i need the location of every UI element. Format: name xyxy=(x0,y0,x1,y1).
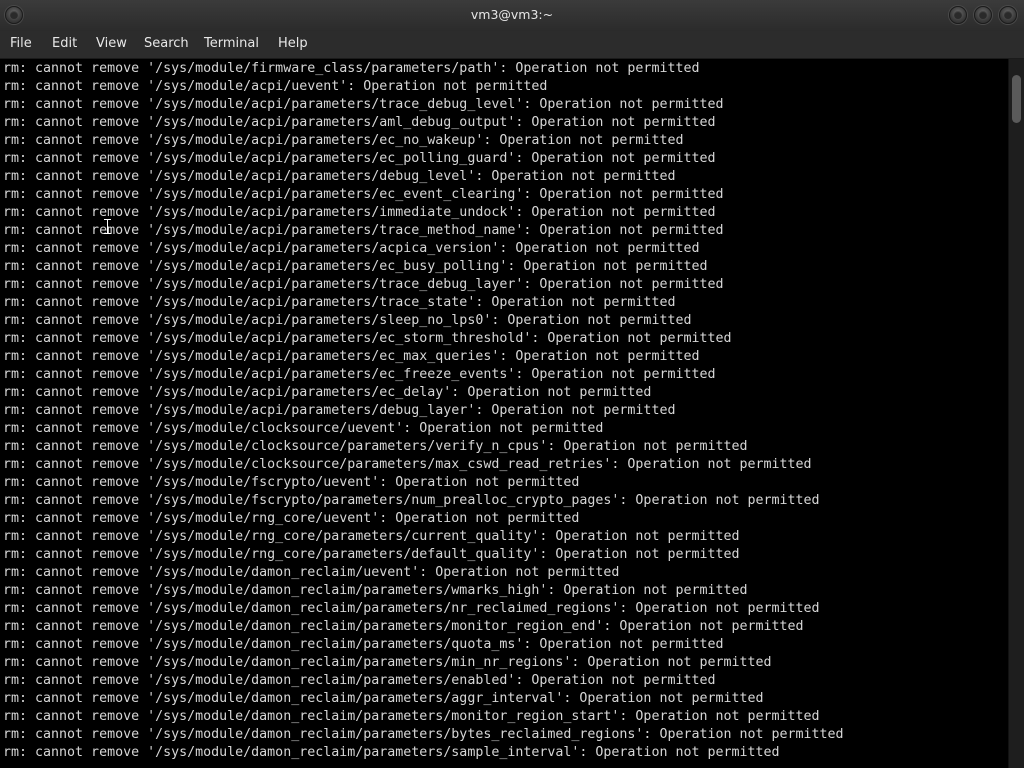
terminal-output[interactable]: rm: cannot remove '/sys/module/firmware_… xyxy=(0,59,1008,768)
terminal-line: rm: cannot remove '/sys/module/damon_rec… xyxy=(3,601,820,616)
terminal-line: rm: cannot remove '/sys/module/clocksour… xyxy=(3,439,748,454)
terminal-line: rm: cannot remove '/sys/module/acpi/para… xyxy=(3,349,700,364)
menu-search[interactable]: Search xyxy=(144,36,189,51)
terminal-line: rm: cannot remove '/sys/module/acpi/para… xyxy=(3,277,724,292)
terminal-line: rm: cannot remove '/sys/module/acpi/para… xyxy=(3,97,724,112)
terminal-line: rm: cannot remove '/sys/module/rng_core/… xyxy=(3,529,740,544)
terminal-line: rm: cannot remove '/sys/module/acpi/para… xyxy=(3,115,716,130)
terminal-window: vm3@vm3:~ File Edit View Search Terminal… xyxy=(0,0,1024,768)
terminal-line: rm: cannot remove '/sys/module/damon_rec… xyxy=(3,655,772,670)
terminal-line: rm: cannot remove '/sys/module/acpi/para… xyxy=(3,241,700,256)
close-icon xyxy=(1004,11,1012,19)
terminal-lines: rm: cannot remove '/sys/module/firmware_… xyxy=(3,60,844,762)
terminal-line: rm: cannot remove '/sys/module/damon_rec… xyxy=(3,691,764,706)
terminal-line: rm: cannot remove '/sys/module/clocksour… xyxy=(3,457,812,472)
terminal-line: rm: cannot remove '/sys/module/damon_rec… xyxy=(3,709,820,724)
terminal-line: rm: cannot remove '/sys/module/acpi/para… xyxy=(3,187,724,202)
minimize-icon xyxy=(954,11,962,19)
terminal-line: rm: cannot remove '/sys/module/acpi/para… xyxy=(3,331,732,346)
terminal-line: rm: cannot remove '/sys/module/rng_core/… xyxy=(3,511,580,526)
menu-edit[interactable]: Edit xyxy=(52,36,77,51)
terminal-line: rm: cannot remove '/sys/module/firmware_… xyxy=(3,61,700,76)
terminal-line: rm: cannot remove '/sys/module/acpi/para… xyxy=(3,169,676,184)
menu-view[interactable]: View xyxy=(96,36,127,51)
terminal-line: rm: cannot remove '/sys/module/rng_core/… xyxy=(3,547,740,562)
terminal-line: rm: cannot remove '/sys/module/damon_rec… xyxy=(3,673,716,688)
terminal-line: rm: cannot remove '/sys/module/acpi/para… xyxy=(3,151,716,166)
terminal-line: rm: cannot remove '/sys/module/damon_rec… xyxy=(3,745,780,760)
terminal-line: rm: cannot remove '/sys/module/acpi/para… xyxy=(3,385,652,400)
terminal-line: rm: cannot remove '/sys/module/damon_rec… xyxy=(3,565,620,580)
terminal-line: rm: cannot remove '/sys/module/damon_rec… xyxy=(3,637,724,652)
terminal-line: rm: cannot remove '/sys/module/acpi/para… xyxy=(3,295,676,310)
terminal-line: rm: cannot remove '/sys/module/fscrypto/… xyxy=(3,493,820,508)
vertical-scrollbar[interactable] xyxy=(1008,59,1024,768)
terminal-line: rm: cannot remove '/sys/module/damon_rec… xyxy=(3,619,804,634)
terminal-line: rm: cannot remove '/sys/module/damon_rec… xyxy=(3,583,748,598)
menu-terminal[interactable]: Terminal xyxy=(204,36,259,51)
terminal-line: rm: cannot remove '/sys/module/acpi/para… xyxy=(3,205,716,220)
title-bar[interactable]: vm3@vm3:~ xyxy=(0,0,1024,32)
maximize-icon xyxy=(979,11,987,19)
terminal-line: rm: cannot remove '/sys/module/acpi/para… xyxy=(3,403,676,418)
terminal-line: rm: cannot remove '/sys/module/acpi/para… xyxy=(3,367,716,382)
scrollbar-thumb[interactable] xyxy=(1012,75,1021,123)
terminal-line: rm: cannot remove '/sys/module/damon_rec… xyxy=(3,727,844,742)
window-title: vm3@vm3:~ xyxy=(470,7,554,22)
maximize-button[interactable] xyxy=(974,6,992,24)
terminal-line: rm: cannot remove '/sys/module/acpi/para… xyxy=(3,313,692,328)
menu-help[interactable]: Help xyxy=(278,36,308,51)
terminal-line: rm: cannot remove '/sys/module/clocksour… xyxy=(3,421,604,436)
terminal-line: rm: cannot remove '/sys/module/acpi/para… xyxy=(3,223,724,238)
text-cursor-icon xyxy=(104,219,111,234)
minimize-button[interactable] xyxy=(949,6,967,24)
close-button[interactable] xyxy=(999,6,1017,24)
terminal-line: rm: cannot remove '/sys/module/fscrypto/… xyxy=(3,475,580,490)
terminal-line: rm: cannot remove '/sys/module/acpi/para… xyxy=(3,133,684,148)
menu-file[interactable]: File xyxy=(10,36,32,51)
terminal-line: rm: cannot remove '/sys/module/acpi/ueve… xyxy=(3,79,548,94)
terminal-line: rm: cannot remove '/sys/module/acpi/para… xyxy=(3,259,708,274)
menu-bar: File Edit View Search Terminal Help xyxy=(0,31,1024,59)
